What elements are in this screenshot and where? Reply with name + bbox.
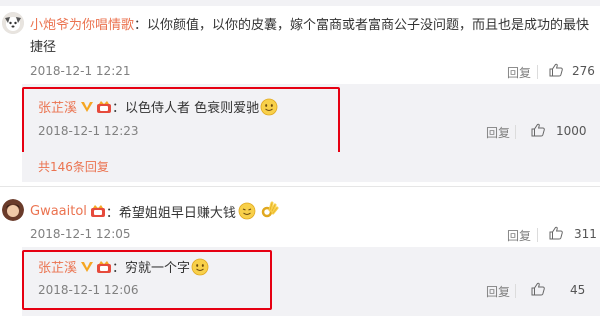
reply-button[interactable]: 回复 xyxy=(507,227,531,244)
comment-text-line2: 捷径 xyxy=(30,40,57,55)
smile-emoji-icon xyxy=(238,202,256,220)
ok-hand-emoji-icon xyxy=(261,201,279,218)
reply-time: 2018-12-1 12:06 xyxy=(38,283,139,297)
comment-time: 2018-12-1 12:21 xyxy=(30,64,131,78)
like-count: 1000 xyxy=(556,124,587,138)
divider xyxy=(515,284,516,298)
crown-badge-icon xyxy=(90,205,105,217)
thumbs-up-icon xyxy=(549,226,563,240)
reply-username[interactable]: 张芷溪 xyxy=(38,97,77,116)
comment-text: ：以你颜值，以你的皮囊，嫁个富商或者富商公子没问题，而且也是成功的最快 xyxy=(134,18,590,33)
like-button[interactable] xyxy=(530,281,546,301)
thumbs-up-icon xyxy=(531,123,545,137)
like-count: 311 xyxy=(574,227,597,241)
comment-time: 2018-12-1 12:05 xyxy=(30,227,131,241)
comment-1: 小炮爷为你唱情歌：以你颜值，以你的皮囊，嫁个富商或者富商公子没问题，而且也是成功… xyxy=(0,6,600,161)
more-replies-link[interactable]: 共146条回复 xyxy=(38,158,109,175)
reply-username[interactable]: 张芷溪 xyxy=(38,257,77,276)
crown-badge-icon xyxy=(97,100,112,113)
crown-badge-icon xyxy=(97,260,112,273)
reply-button[interactable]: 回复 xyxy=(486,124,510,141)
thumbs-up-icon xyxy=(549,63,563,77)
comment-username[interactable]: Gwaaitol xyxy=(30,204,87,219)
comment-2: Gwaaitol ：希望姐姐早日赚大钱 2018-12-1 12:05 回复 3… xyxy=(0,187,600,316)
like-button[interactable] xyxy=(548,62,564,82)
reply-text: ：以色侍人者 色衰则爱驰 xyxy=(112,101,260,116)
thumbs-up-icon xyxy=(531,282,545,296)
avatar[interactable] xyxy=(2,12,24,34)
reply-button[interactable]: 回复 xyxy=(507,64,531,81)
comment-username[interactable]: 小炮爷为你唱情歌 xyxy=(30,18,134,33)
divider xyxy=(537,65,538,79)
reply-text: ：穷就一个字 xyxy=(112,261,191,276)
like-button[interactable] xyxy=(548,225,564,245)
user-avatar-icon xyxy=(2,12,24,34)
user-avatar-icon xyxy=(2,199,24,221)
reply-button[interactable]: 回复 xyxy=(486,283,510,300)
like-button[interactable] xyxy=(530,122,546,142)
smile-emoji-icon xyxy=(191,258,209,275)
divider xyxy=(537,228,538,242)
reply-time: 2018-12-1 12:23 xyxy=(38,124,139,138)
smile-emoji-icon xyxy=(260,98,278,115)
vip-badge-icon xyxy=(81,261,94,272)
like-count: 45 xyxy=(570,283,586,297)
like-count: 276 xyxy=(572,64,595,78)
vip-badge-icon xyxy=(81,101,94,112)
avatar[interactable] xyxy=(2,199,24,221)
comment-text: ：希望姐姐早日赚大钱 xyxy=(105,205,236,221)
divider xyxy=(515,125,516,139)
